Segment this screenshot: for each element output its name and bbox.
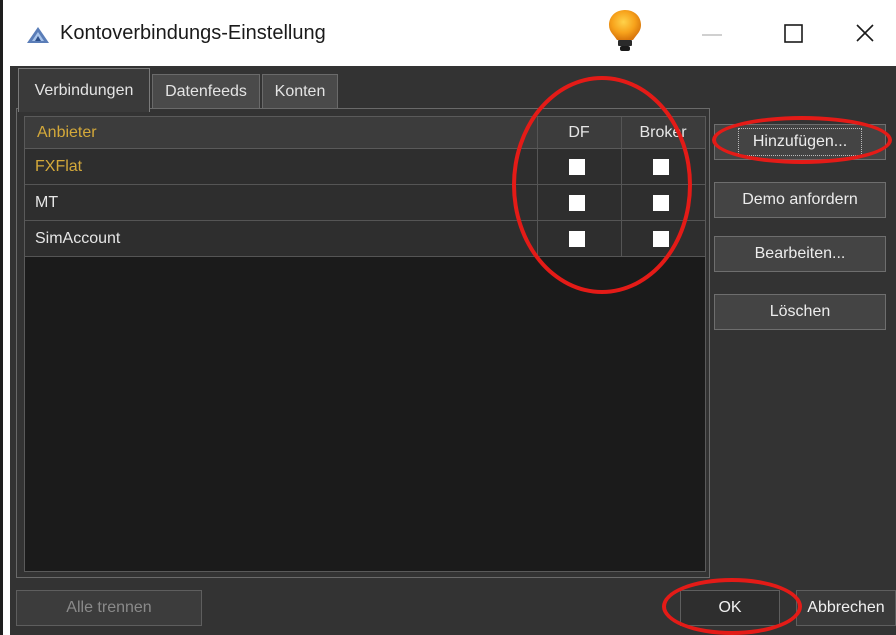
lightbulb-icon[interactable] [605, 8, 645, 56]
delete-button-label: Löschen [769, 303, 831, 320]
broker-checkbox[interactable] [653, 195, 669, 211]
column-divider [621, 221, 622, 256]
column-divider [537, 221, 538, 256]
df-checkbox[interactable] [569, 159, 585, 175]
tab-verbindungen[interactable]: Verbindungen [18, 68, 150, 112]
app-icon [27, 27, 49, 43]
df-checkbox[interactable] [569, 195, 585, 211]
maximize-icon[interactable] [782, 22, 806, 46]
add-button-label: Hinzufügen... [737, 128, 863, 156]
request-demo-button[interactable]: Demo anfordern [714, 182, 886, 218]
broker-checkbox[interactable] [653, 159, 669, 175]
ok-label: OK [718, 599, 742, 616]
cell-anbieter: SimAccount [35, 229, 121, 247]
window-left-edge [0, 0, 3, 635]
request-demo-button-label: Demo anfordern [742, 191, 858, 208]
tab-datenfeeds[interactable]: Datenfeeds [152, 74, 260, 108]
cancel-button[interactable]: Abbrechen [796, 590, 896, 626]
tab-label: Verbindungen [34, 81, 134, 99]
add-button[interactable]: Hinzufügen... [714, 124, 886, 160]
df-checkbox[interactable] [569, 231, 585, 247]
edit-button-label: Bearbeiten... [754, 245, 846, 262]
tab-label: Konten [274, 82, 326, 100]
connections-grid: Anbieter DF Broker FXFlat MT SimAccount [24, 116, 706, 572]
broker-checkbox[interactable] [653, 231, 669, 247]
title-bar: Kontoverbindungs-Einstellung [0, 0, 896, 66]
disconnect-all-button[interactable]: Alle trennen [16, 590, 202, 626]
cell-anbieter: MT [35, 193, 59, 211]
cell-anbieter: FXFlat [35, 157, 83, 175]
column-header-broker[interactable]: Broker [621, 117, 705, 148]
column-header-anbieter[interactable]: Anbieter [37, 117, 537, 148]
edit-button[interactable]: Bearbeiten... [714, 236, 886, 272]
table-row[interactable]: FXFlat [25, 149, 705, 185]
column-divider [621, 149, 622, 184]
column-divider [537, 149, 538, 184]
tab-konten[interactable]: Konten [262, 74, 338, 108]
column-divider [537, 185, 538, 220]
column-header-df[interactable]: DF [537, 117, 621, 148]
table-row[interactable]: MT [25, 185, 705, 221]
cancel-label: Abbrechen [807, 599, 885, 616]
delete-button[interactable]: Löschen [714, 294, 886, 330]
window-title: Kontoverbindungs-Einstellung [60, 22, 326, 44]
table-row[interactable]: SimAccount [25, 221, 705, 257]
ok-button[interactable]: OK [680, 590, 780, 626]
tab-label: Datenfeeds [165, 82, 247, 100]
close-icon[interactable] [852, 20, 878, 46]
column-divider [621, 185, 622, 220]
minimize-icon[interactable] [700, 22, 724, 46]
disconnect-all-label: Alle trennen [66, 599, 152, 616]
grid-header: Anbieter DF Broker [25, 117, 705, 149]
